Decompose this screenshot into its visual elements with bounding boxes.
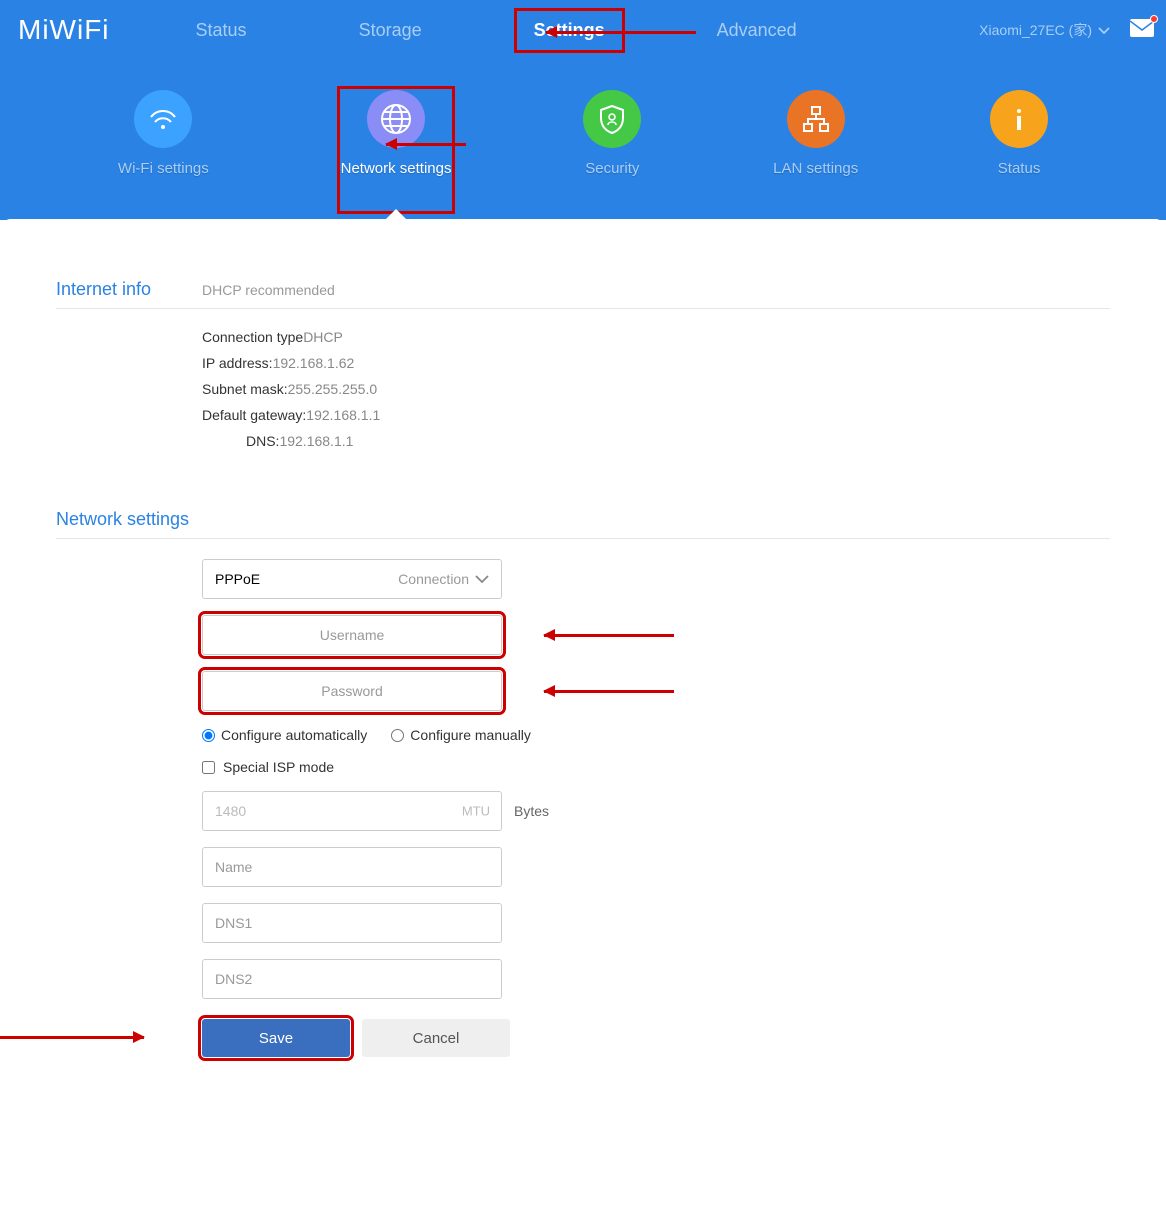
annotation-arrow bbox=[386, 143, 466, 146]
device-dropdown[interactable]: Xiaomi_27EC (家) bbox=[979, 20, 1110, 40]
messages-button[interactable] bbox=[1130, 19, 1154, 42]
tab-label: Wi-Fi settings bbox=[118, 160, 209, 177]
conn-type-value: DHCP bbox=[303, 329, 343, 345]
shield-icon bbox=[583, 90, 641, 148]
dns2-input[interactable] bbox=[202, 959, 502, 999]
tab-network-settings[interactable]: Network settings bbox=[341, 90, 452, 210]
tab-lan-settings[interactable]: LAN settings bbox=[773, 90, 858, 210]
connection-value: PPPoE bbox=[215, 571, 260, 587]
annotation-arrow bbox=[0, 1036, 144, 1039]
tab-security[interactable]: Security bbox=[583, 90, 641, 210]
bytes-label: Bytes bbox=[514, 803, 549, 819]
section-network-settings: Network settings bbox=[56, 509, 1110, 539]
section-title: Internet info bbox=[56, 279, 202, 300]
connection-hint: Connection bbox=[398, 571, 469, 587]
annotation-arrow bbox=[546, 31, 696, 34]
dns-label: DNS: bbox=[246, 433, 279, 449]
tab-label: Network settings bbox=[341, 160, 452, 177]
nav-storage[interactable]: Storage bbox=[343, 12, 438, 49]
mask-value: 255.255.255.0 bbox=[288, 381, 378, 397]
cancel-button[interactable]: Cancel bbox=[362, 1019, 510, 1057]
special-isp-label: Special ISP mode bbox=[223, 759, 334, 775]
network-tree-icon bbox=[787, 90, 845, 148]
notification-badge bbox=[1150, 15, 1158, 23]
dns-value: 192.168.1.1 bbox=[279, 433, 353, 449]
tab-label: Security bbox=[585, 160, 639, 177]
save-button[interactable]: Save bbox=[202, 1019, 350, 1057]
wifi-icon bbox=[134, 90, 192, 148]
radio-configure-manual[interactable]: Configure manually bbox=[391, 727, 531, 743]
annotation-arrow bbox=[544, 690, 674, 693]
dns1-input[interactable] bbox=[202, 903, 502, 943]
conn-type-label: Connection type bbox=[202, 329, 303, 345]
username-input[interactable] bbox=[202, 615, 502, 655]
annotation-arrow bbox=[544, 634, 674, 637]
tab-wifi-settings[interactable]: Wi-Fi settings bbox=[118, 90, 209, 210]
nav-settings[interactable]: Settings bbox=[518, 12, 621, 49]
chevron-down-icon bbox=[1098, 22, 1110, 38]
radio-input[interactable] bbox=[391, 729, 404, 742]
connection-type-select[interactable]: PPPoE Connection bbox=[202, 559, 502, 599]
chevron-down-icon bbox=[475, 571, 489, 587]
radio-label: Configure manually bbox=[410, 727, 531, 743]
device-name: Xiaomi_27EC (家) bbox=[979, 20, 1092, 40]
nav-advanced[interactable]: Advanced bbox=[701, 12, 813, 49]
gw-value: 192.168.1.1 bbox=[306, 407, 380, 423]
tab-status[interactable]: Status bbox=[990, 90, 1048, 210]
special-isp-checkbox[interactable] bbox=[202, 761, 215, 774]
mask-label: Subnet mask: bbox=[202, 381, 288, 397]
ip-label: IP address: bbox=[202, 355, 273, 371]
tab-label: LAN settings bbox=[773, 160, 858, 177]
nav-status[interactable]: Status bbox=[180, 12, 263, 49]
main-panel: Internet info DHCP recommended Connectio… bbox=[4, 219, 1162, 1097]
radio-configure-auto[interactable]: Configure automatically bbox=[202, 727, 367, 743]
gw-label: Default gateway: bbox=[202, 407, 306, 423]
mtu-input[interactable] bbox=[202, 791, 502, 831]
logo-text: MiWiFi bbox=[18, 14, 110, 46]
top-header: MiWiFi Status Storage Settings Advanced … bbox=[0, 0, 1166, 220]
section-subtitle: DHCP recommended bbox=[202, 282, 335, 298]
name-input[interactable] bbox=[202, 847, 502, 887]
radio-input[interactable] bbox=[202, 729, 215, 742]
section-title: Network settings bbox=[56, 509, 202, 530]
info-icon bbox=[990, 90, 1048, 148]
section-internet-info: Internet info DHCP recommended bbox=[56, 279, 1110, 309]
ip-value: 192.168.1.62 bbox=[273, 355, 355, 371]
radio-label: Configure automatically bbox=[221, 727, 367, 743]
tab-label: Status bbox=[998, 160, 1041, 177]
password-input[interactable] bbox=[202, 671, 502, 711]
